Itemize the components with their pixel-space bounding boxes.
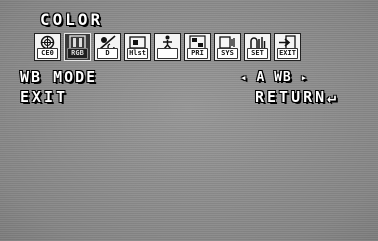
menu-icon-daynight[interactable]: D bbox=[94, 33, 121, 61]
menu-icon-motion[interactable] bbox=[154, 33, 181, 61]
menu-icon-setup[interactable]: SET bbox=[244, 33, 271, 61]
menu-icon-label bbox=[157, 48, 178, 59]
menu-icon-label: CE0 bbox=[37, 48, 58, 59]
menu-icon-system[interactable]: SYS bbox=[214, 33, 241, 61]
menu-icon-camera[interactable]: CE0 bbox=[34, 33, 61, 61]
right-arrow-icon[interactable]: ▸ bbox=[301, 71, 309, 84]
osd-screen: COLOR CE0 RGB D Hlst PRI SYS SET EXIT WB… bbox=[0, 0, 378, 241]
wb-mode-value: A WB bbox=[256, 70, 292, 85]
menu-title: COLOR bbox=[40, 10, 104, 29]
menu-icon-label: D bbox=[97, 48, 118, 59]
exit-option[interactable]: EXIT bbox=[20, 88, 68, 106]
menu-icon-color[interactable]: RGB bbox=[64, 33, 91, 61]
wb-mode-selector[interactable]: ◂ A WB ▸ bbox=[240, 70, 308, 85]
menu-icon-label: PRI bbox=[187, 48, 208, 59]
menu-icon-label: SET bbox=[247, 48, 268, 59]
return-option[interactable]: RETURN↵ bbox=[255, 88, 339, 106]
menu-icon-highlight[interactable]: Hlst bbox=[124, 33, 151, 61]
menu-icon-bar: CE0 RGB D Hlst PRI SYS SET EXIT bbox=[34, 33, 301, 61]
left-arrow-icon[interactable]: ◂ bbox=[240, 71, 248, 84]
menu-icon-label: EXIT bbox=[277, 48, 298, 59]
menu-icon-exit[interactable]: EXIT bbox=[274, 33, 301, 61]
menu-icon-label: Hlst bbox=[127, 48, 148, 59]
wb-mode-label[interactable]: WB MODE bbox=[20, 68, 97, 86]
menu-icon-label: SYS bbox=[217, 48, 238, 59]
menu-icon-label: RGB bbox=[67, 48, 88, 59]
menu-icon-privacy[interactable]: PRI bbox=[184, 33, 211, 61]
